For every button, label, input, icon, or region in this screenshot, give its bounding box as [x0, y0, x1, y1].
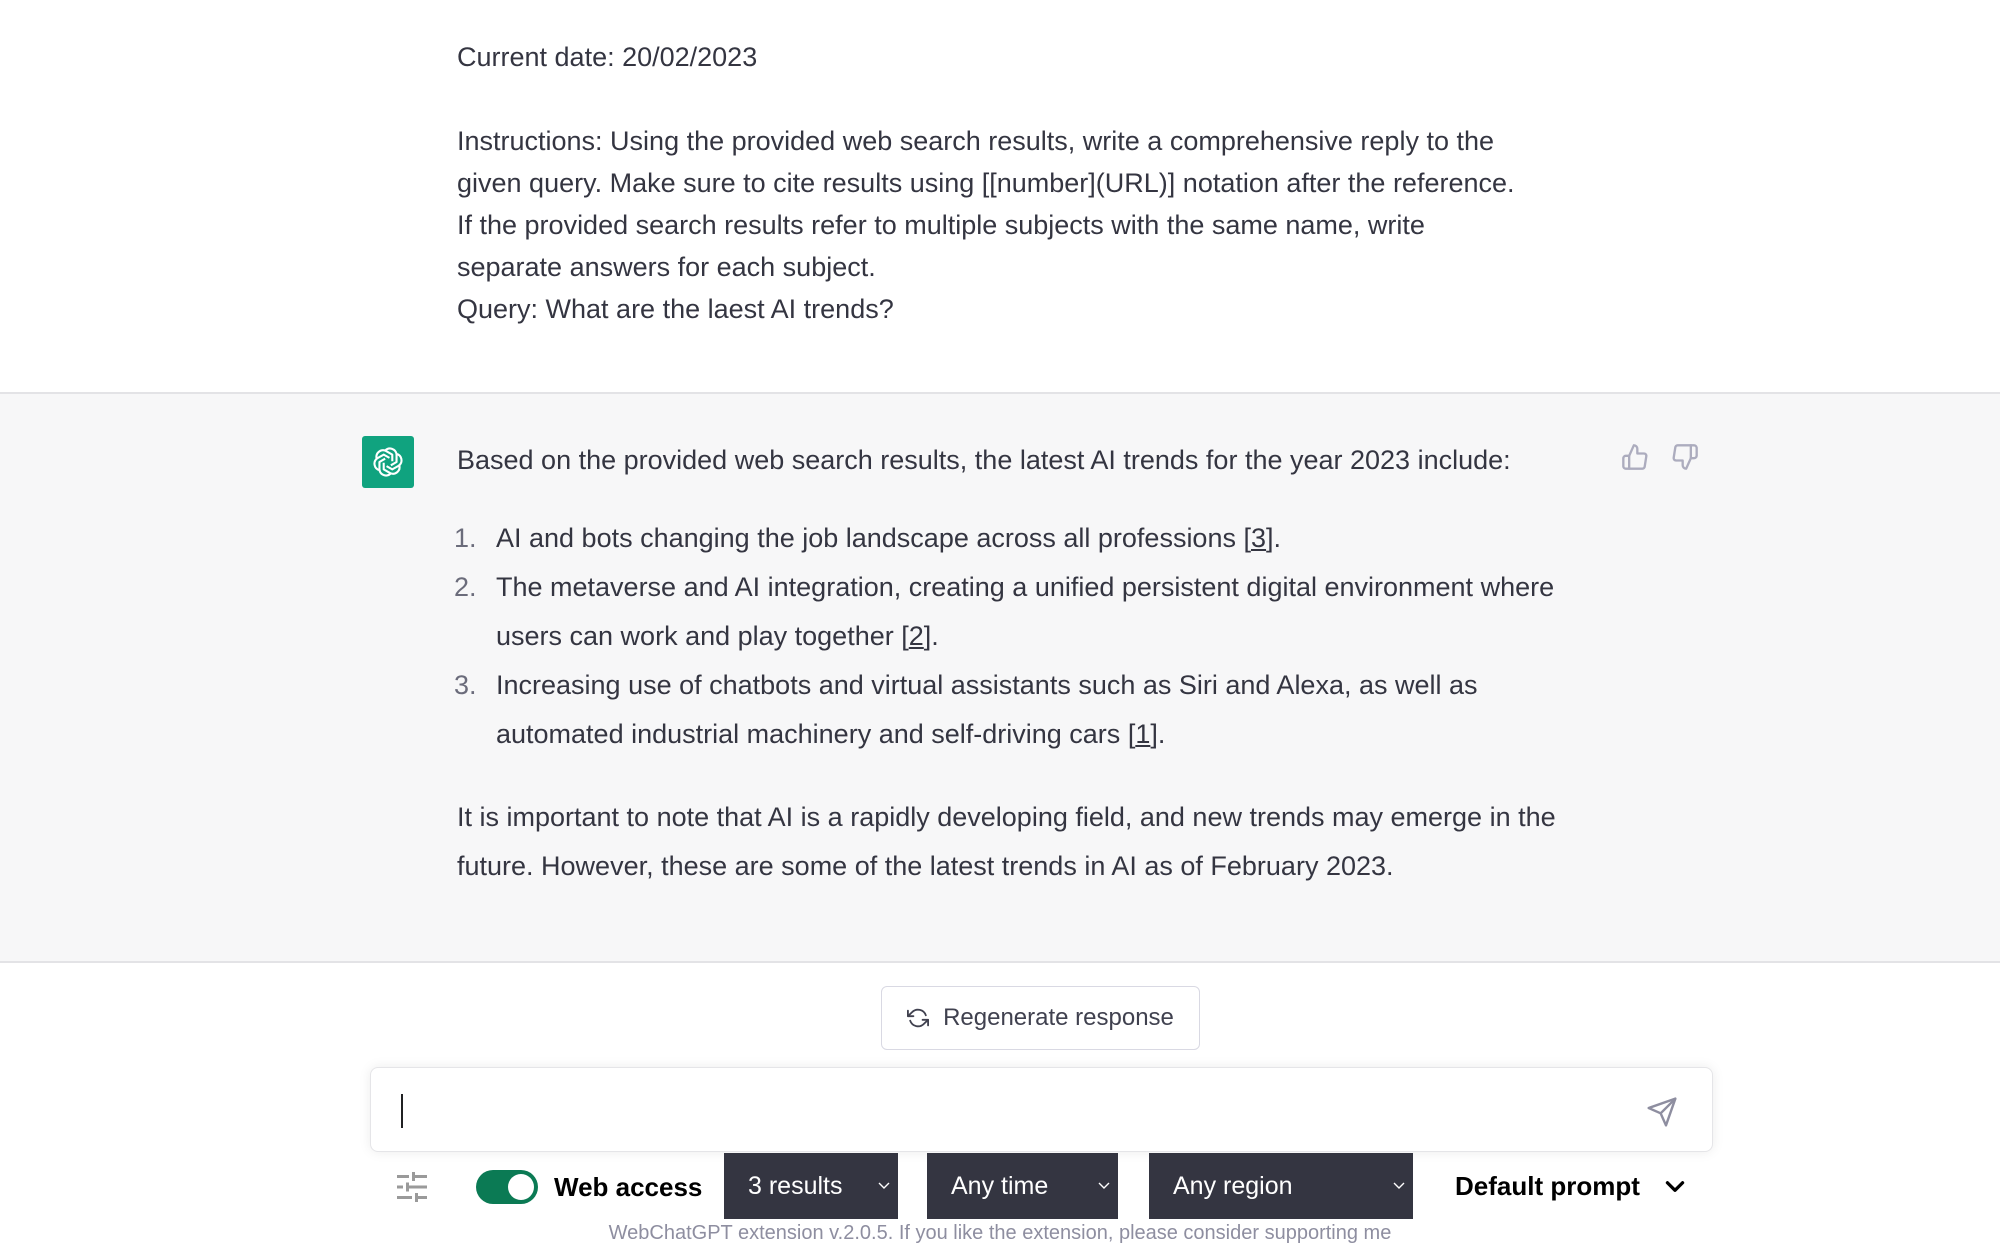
list-number: 1. — [454, 523, 477, 553]
list-item-end: . — [1273, 523, 1282, 553]
web-access-toggle[interactable] — [476, 1170, 538, 1204]
assistant-message-text: Based on the provided web search results… — [454, 440, 1607, 891]
query-line: Query: What are the laest AI trends? — [457, 294, 894, 324]
prompt-select[interactable]: Default prompt — [1455, 1169, 1640, 1203]
list-number: 3. — [454, 670, 477, 700]
assistant-intro: Based on the provided web search results… — [457, 445, 1511, 475]
thumbs-down-button[interactable] — [1670, 442, 1700, 472]
web-access-label: Web access — [554, 1172, 703, 1202]
citation-link[interactable]: 1 — [1135, 719, 1150, 749]
thumbs-up-button[interactable] — [1620, 442, 1650, 472]
assistant-avatar — [362, 436, 414, 488]
message-composer — [370, 1067, 1713, 1152]
list-item-text: Increasing use of chatbots and virtual a… — [496, 670, 1478, 749]
refresh-icon — [907, 1008, 930, 1028]
list-item: 1. AI and bots changing the job landscape… — [454, 514, 1607, 563]
trends-list: 1. AI and bots changing the job landscape… — [454, 514, 1607, 759]
citation-link[interactable]: 3 — [1251, 523, 1266, 553]
chevron-down-icon[interactable] — [1662, 1173, 1688, 1199]
instruction-line: given query. Make sure to cite results u… — [457, 168, 1515, 198]
toggle-knob — [508, 1174, 534, 1200]
webchatgpt-toolbar: Web access 3 results Any time Any region… — [370, 1153, 1730, 1219]
thumbs-down-icon — [1672, 444, 1698, 470]
thumbs-up-icon — [1622, 444, 1648, 470]
assistant-message: Based on the provided web search results… — [0, 394, 2000, 963]
list-number: 2. — [454, 572, 477, 602]
send-icon[interactable] — [1646, 1096, 1678, 1128]
list-item-end: . — [931, 621, 939, 651]
time-range-value: Any time — [951, 1172, 1049, 1200]
chevron-down-icon — [878, 1182, 890, 1189]
citation-link[interactable]: 2 — [909, 621, 924, 651]
message-input[interactable] — [401, 1088, 1625, 1134]
feedback-buttons — [1620, 442, 1700, 472]
date-line: Current date: 20/02/2023 — [457, 42, 758, 72]
extension-footer: WebChatGPT extension v.2.0.5. If you lik… — [608, 1222, 1392, 1244]
chevron-down-icon — [1098, 1182, 1110, 1189]
region-select[interactable]: Any region — [1149, 1153, 1413, 1219]
regenerate-label: Regenerate response — [943, 1004, 1174, 1031]
list-item: 3. Increasing use of chatbots and virtual… — [454, 661, 1607, 759]
time-range-select[interactable]: Any time — [927, 1153, 1118, 1219]
openai-logo-icon — [373, 447, 403, 477]
results-count-select[interactable]: 3 results — [724, 1153, 898, 1219]
regenerate-response-button[interactable]: Regenerate response — [881, 986, 1200, 1050]
user-message-text: Current date: 20/02/2023 Instructions: U… — [457, 36, 1607, 330]
list-item-text: AI and bots changing the job landscape a… — [496, 523, 1244, 553]
chevron-down-icon — [1393, 1182, 1405, 1189]
instruction-line: separate answers for each subject. — [457, 252, 876, 282]
results-count-value: 3 results — [748, 1172, 843, 1200]
instruction-line: Instructions: Using the provided web sea… — [457, 126, 1494, 156]
list-item-text: The metaverse and AI integration, creati… — [496, 572, 1555, 651]
list-item-end: . — [1157, 719, 1166, 749]
sliders-icon[interactable] — [394, 1169, 430, 1205]
instruction-line: If the provided search results refer to … — [457, 210, 1425, 240]
list-item: 2. The metaverse and AI integration, crea… — [454, 563, 1607, 661]
region-value: Any region — [1173, 1172, 1293, 1200]
user-message: Current date: 20/02/2023 Instructions: U… — [0, 0, 2000, 394]
assistant-closing: It is important to note that AI is a rap… — [457, 802, 1556, 881]
